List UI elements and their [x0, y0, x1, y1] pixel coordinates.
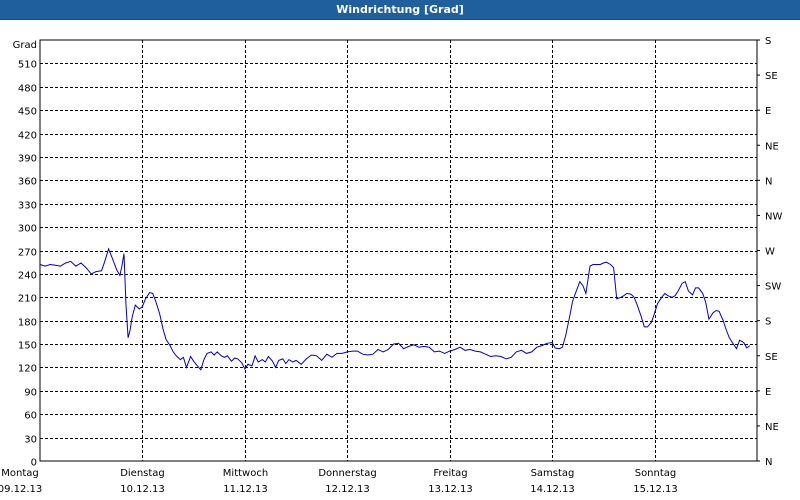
y-tick-label: 180: [18, 318, 37, 329]
plot-area-background: [40, 40, 757, 461]
x-tick-day: Dienstag: [120, 468, 165, 479]
x-tick-day: Sonntag: [635, 468, 677, 479]
y-tick-label: 360: [18, 177, 37, 188]
y-tick-label: 420: [18, 131, 37, 142]
x-tick-date: 10.12.13: [120, 484, 165, 495]
x-tick-day: Montag: [1, 468, 38, 479]
y-tick-label: 480: [18, 84, 37, 95]
y-tick-label: 90: [24, 388, 37, 399]
right-axis-label: NW: [765, 211, 782, 222]
x-tick-day: Donnerstag: [318, 468, 376, 479]
y-tick-label: 330: [18, 201, 37, 212]
x-tick-date: 14.12.13: [530, 484, 575, 495]
y-axis-label: Grad: [13, 40, 37, 51]
line-chart: 0 30 60 90 120 150 180 210 240 270 300 330 360 390 420…: [0, 36, 782, 495]
right-axis-label: SW: [765, 282, 781, 293]
x-tick-date: 09.12.13: [0, 484, 42, 495]
right-axis-label: W: [765, 247, 775, 258]
x-tick-date: 12.12.13: [325, 484, 370, 495]
x-tick-date: 11.12.13: [223, 484, 268, 495]
y-tick-label: 150: [18, 341, 37, 352]
x-tick-day: Mittwoch: [223, 468, 268, 479]
y-tick-label: 120: [18, 364, 37, 375]
right-axis-label: NE: [765, 141, 779, 152]
right-axis-label: SE: [765, 352, 778, 363]
x-tick-date: 15.12.13: [633, 484, 678, 495]
right-axis-label: S: [765, 36, 771, 47]
x-tick-day: Freitag: [433, 468, 467, 479]
y-tick-label: 510: [18, 60, 37, 71]
right-axis-label: E: [765, 387, 771, 398]
x-tick-day: Samstag: [531, 468, 575, 479]
y-tick-label: 210: [18, 294, 37, 305]
y-tick-label: 300: [18, 224, 37, 235]
right-axis-label: N: [765, 176, 772, 187]
right-axis-label: N: [765, 457, 772, 468]
right-axis-label: SE: [765, 71, 778, 82]
y-tick-label: 0: [31, 458, 37, 469]
y-tick-label: 240: [18, 271, 37, 282]
right-axis-label: E: [765, 106, 771, 117]
y-tick-label: 450: [18, 107, 37, 118]
y-tick-label: 390: [18, 154, 37, 165]
right-axis-label: S: [765, 317, 771, 328]
y-tick-label: 270: [18, 248, 37, 259]
right-axis-label: NE: [765, 422, 779, 433]
y-tick-label: 60: [24, 411, 37, 422]
x-tick-date: 13.12.13: [428, 484, 473, 495]
y-tick-label: 30: [24, 435, 37, 446]
